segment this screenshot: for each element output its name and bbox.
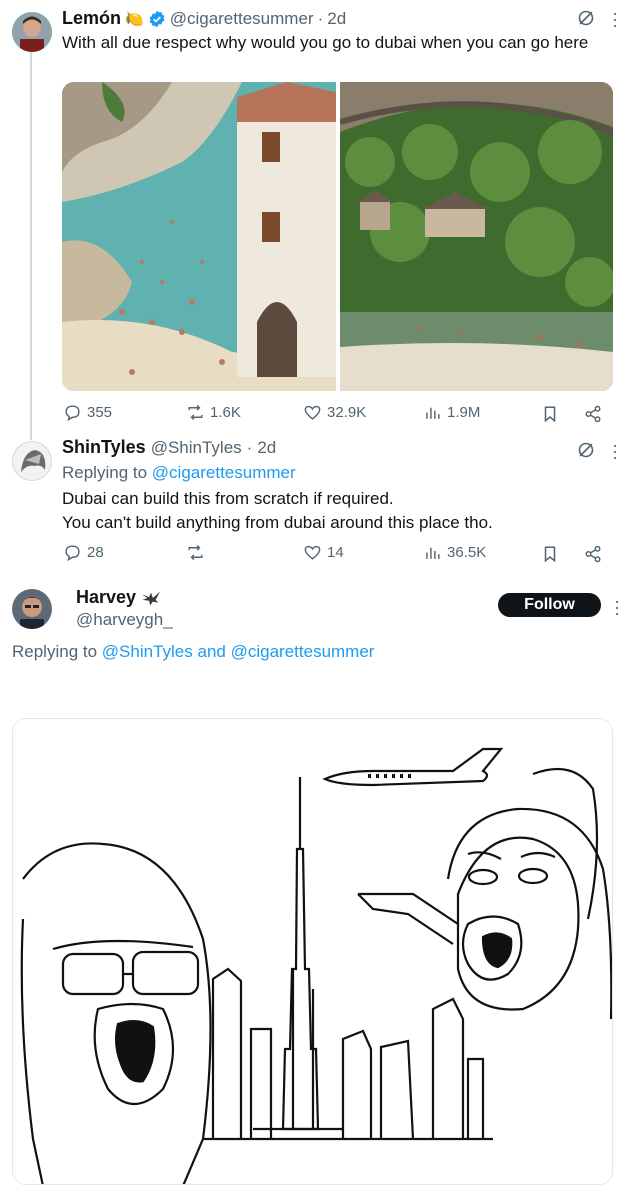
avatar-image bbox=[13, 442, 51, 480]
share-icon[interactable] bbox=[584, 545, 602, 563]
author-handle[interactable]: @harveygh_ bbox=[76, 610, 173, 630]
views-button[interactable]: 36.5K bbox=[423, 543, 486, 562]
more-icon[interactable]: · · · bbox=[614, 592, 622, 622]
view-count: 36.5K bbox=[447, 544, 487, 561]
replying-to-label: Replying to bbox=[62, 463, 148, 482]
tweet-text: With all due respect why would you go to… bbox=[62, 33, 589, 52]
replying-to-link-2[interactable]: @cigarettesummer bbox=[231, 642, 375, 661]
avatar[interactable] bbox=[12, 441, 52, 481]
separator-dot: · bbox=[317, 8, 324, 28]
tweet-media-meme[interactable] bbox=[12, 718, 613, 1185]
timestamp[interactable]: 2d bbox=[327, 9, 346, 29]
avatar-image bbox=[12, 12, 52, 52]
replying-to-line: Replying to @cigarettesummer bbox=[62, 461, 296, 484]
lemon-emoji: 🍋 bbox=[125, 10, 144, 28]
replying-to-link[interactable]: @cigarettesummer bbox=[152, 463, 296, 482]
reply-button[interactable]: 355 bbox=[63, 403, 112, 422]
tweet3-name-row: Harvey bbox=[76, 587, 162, 608]
tweet-media-1[interactable] bbox=[62, 82, 336, 391]
replying-to-label: Replying to bbox=[12, 642, 98, 661]
more-icon[interactable]: · · · bbox=[612, 4, 620, 34]
view-count: 1.9M bbox=[447, 404, 481, 421]
eagle-emoji-icon bbox=[141, 591, 161, 605]
tweet-media-2[interactable] bbox=[340, 82, 613, 391]
like-button[interactable]: 14 bbox=[303, 543, 344, 562]
author-name[interactable]: Lemón bbox=[62, 8, 121, 29]
author-handle[interactable]: @ShinTyles bbox=[151, 438, 242, 458]
heart-icon bbox=[304, 545, 321, 560]
avatar-image bbox=[12, 589, 52, 629]
beach-cove-image bbox=[62, 82, 336, 391]
more-icon[interactable]: · · · bbox=[612, 436, 620, 466]
like-count: 14 bbox=[327, 544, 344, 561]
tweet1-header: Lemón 🍋 @cigarettesummer · 2d bbox=[62, 8, 346, 29]
replying-and: and bbox=[197, 642, 226, 661]
repost-button[interactable]: 1.6K bbox=[186, 403, 241, 422]
like-count: 32.9K bbox=[327, 404, 367, 421]
reply-icon bbox=[65, 405, 80, 422]
follow-button[interactable]: Follow bbox=[498, 593, 601, 617]
bookmark-icon[interactable] bbox=[541, 405, 559, 423]
repost-button[interactable] bbox=[186, 543, 210, 562]
reply-button[interactable]: 28 bbox=[63, 543, 104, 562]
tweet-text-line-2: You can't build anything from dubai arou… bbox=[62, 513, 493, 532]
avatar[interactable] bbox=[12, 12, 52, 52]
heart-icon bbox=[304, 405, 321, 420]
grok-icon[interactable] bbox=[576, 8, 596, 28]
tweet2-header: ShinTyles @ShinTyles · 2d bbox=[62, 437, 276, 458]
replying-to-link-1[interactable]: @ShinTyles bbox=[102, 642, 193, 661]
repost-count: 1.6K bbox=[210, 404, 241, 421]
repost-icon bbox=[188, 544, 203, 561]
reply-count: 28 bbox=[87, 544, 104, 561]
like-button[interactable]: 32.9K bbox=[303, 403, 366, 422]
replying-to-line: Replying to @ShinTyles and @cigarettesum… bbox=[12, 640, 374, 663]
share-icon[interactable] bbox=[584, 405, 602, 423]
verified-icon bbox=[149, 10, 165, 27]
dubai-meme-drawing bbox=[13, 719, 612, 1184]
thread-line bbox=[30, 50, 32, 440]
author-name[interactable]: Harvey bbox=[76, 587, 136, 608]
river-valley-image bbox=[340, 82, 613, 391]
repost-icon bbox=[188, 404, 203, 421]
author-name[interactable]: ShinTyles bbox=[62, 437, 146, 458]
views-button[interactable]: 1.9M bbox=[423, 403, 480, 422]
separator-dot: · bbox=[246, 437, 253, 457]
tweet-text-line-1: Dubai can build this from scratch if req… bbox=[62, 489, 394, 508]
views-icon bbox=[426, 407, 440, 419]
avatar[interactable] bbox=[12, 589, 52, 629]
grok-icon[interactable] bbox=[576, 440, 596, 460]
timestamp[interactable]: 2d bbox=[257, 438, 276, 458]
reply-icon bbox=[65, 545, 80, 562]
author-handle[interactable]: @cigarettesummer bbox=[170, 9, 314, 29]
views-icon bbox=[426, 547, 440, 559]
reply-count: 355 bbox=[87, 404, 113, 421]
bookmark-icon[interactable] bbox=[541, 545, 559, 563]
